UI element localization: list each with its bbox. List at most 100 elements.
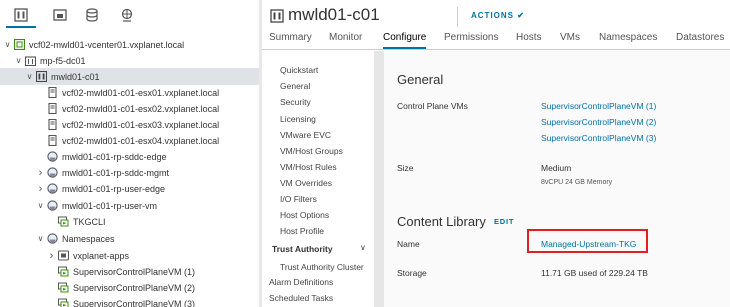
tree-item-label: mwld01-c01-rp-sddc-edge [62, 151, 167, 162]
subnav-item-general[interactable]: General [280, 81, 310, 91]
subnav-item-host-options[interactable]: Host Options [280, 210, 329, 220]
tab-configure[interactable]: Configure [383, 32, 427, 49]
tree-item[interactable]: vcf02-mwld01-c01-esx04.vxplanet.local [0, 132, 259, 149]
tree-item-label: vxplanet-apps [73, 250, 130, 261]
tab-permissions[interactable]: Permissions [444, 32, 498, 43]
subnav-scrollbar[interactable] [374, 51, 384, 307]
chevron-down-icon[interactable]: ∨ [3, 40, 12, 49]
tree-item[interactable]: ∨ Namespaces [0, 230, 259, 247]
resource-pool-icon [47, 183, 58, 194]
chevron-right-icon[interactable]: › [36, 167, 45, 179]
content-library-section-title: Content Library [397, 214, 486, 229]
tree-item[interactable]: SupervisorControlPlaneVM (1) [0, 263, 259, 280]
storage-value: 11.71 GB used of 229.24 TB [541, 268, 648, 278]
tree-item-label: SupervisorControlPlaneVM (3) [73, 298, 196, 307]
subnav-item-vm-host-rules[interactable]: VM/Host Rules [280, 162, 337, 172]
tab-vms[interactable]: VMs [560, 32, 580, 43]
chevron-right-icon[interactable]: › [47, 250, 56, 262]
namespace-icon [58, 250, 69, 261]
tree-item[interactable]: SupervisorControlPlaneVM (2) [0, 279, 259, 296]
tree-item[interactable]: ∨ vcf02-mwld01-vcenter01.vxplanet.local [0, 36, 259, 53]
detail-panel: General Control Plane VMs SupervisorCont… [384, 51, 730, 307]
tree-item-label: mwld01-c01-rp-sddc-mgmt [62, 167, 170, 178]
subnav-item-security[interactable]: Security [280, 97, 311, 107]
tree-item-label: mp-f5-dc01 [40, 55, 86, 66]
host-icon [47, 135, 58, 146]
cluster-icon [270, 9, 284, 25]
subnav-item-vm-overrides[interactable]: VM Overrides [280, 178, 332, 188]
tree-item-label: Namespaces [62, 233, 115, 244]
tree-item[interactable]: ∨ mp-f5-dc01 [0, 52, 259, 69]
tree-item[interactable]: › mwld01-c01-rp-sddc-mgmt [0, 164, 259, 181]
actions-menu-button[interactable]: ACTIONS ✔ [471, 11, 525, 20]
tree-item[interactable]: › vxplanet-apps [0, 247, 259, 264]
main-content: mwld01-c01 ACTIONS ✔ Summary Monitor Con… [262, 0, 730, 307]
subnav-item-io-filters[interactable]: I/O Filters [280, 194, 317, 204]
vms-templates-icon[interactable] [51, 6, 69, 24]
chevron-down-icon[interactable]: ∨ [25, 72, 34, 81]
tree-item[interactable]: SupervisorControlPlaneVM (3) [0, 295, 259, 307]
subnav-item-vmware-evc[interactable]: VMware EVC [280, 130, 331, 140]
subnav-group-trust-authority[interactable]: Trust Authority [272, 244, 333, 254]
tree-item[interactable]: mwld01-c01-rp-sddc-edge [0, 148, 259, 165]
cluster-icon [36, 71, 47, 82]
tab-hosts[interactable]: Hosts [516, 32, 542, 43]
resource-pool-icon [47, 233, 58, 244]
host-icon [47, 103, 58, 114]
subnav-item-vm-host-groups[interactable]: VM/Host Groups [280, 146, 343, 156]
datacenter-icon [25, 55, 36, 66]
tree-item[interactable]: › mwld01-c01-rp-user-edge [0, 180, 259, 197]
control-plane-vm-link[interactable]: SupervisorControlPlaneVM (2) [541, 117, 656, 127]
tree-item[interactable]: vcf02-mwld01-c01-esx01.vxplanet.local [0, 84, 259, 101]
subnav-item-alarm-definitions[interactable]: Alarm Definitions [269, 277, 333, 287]
tree-item[interactable]: ∨ mwld01-c01 [0, 68, 259, 85]
subnav-item-host-profile[interactable]: Host Profile [280, 226, 324, 236]
tab-namespaces[interactable]: Namespaces [599, 32, 657, 43]
control-plane-vm-link[interactable]: SupervisorControlPlaneVM (1) [541, 101, 656, 111]
networking-icon[interactable] [118, 6, 136, 24]
chevron-right-icon[interactable]: › [36, 183, 45, 195]
subnav-item-trust-authority-cluster[interactable]: Trust Authority Cluster [280, 262, 364, 272]
tab-summary[interactable]: Summary [269, 32, 312, 43]
chevron-down-icon[interactable]: ∨ [36, 234, 45, 243]
chevron-down-icon[interactable]: ∨ [36, 201, 45, 210]
content-library-name-link[interactable]: Managed-Upstream-TKG [541, 239, 636, 249]
size-label: Size [397, 163, 414, 173]
tree-item-label: SupervisorControlPlaneVM (1) [73, 266, 196, 277]
tree-item-label: vcf02-mwld01-c01-esx01.vxplanet.local [62, 87, 220, 98]
tab-monitor[interactable]: Monitor [329, 32, 362, 43]
hosts-clusters-icon[interactable] [6, 6, 36, 28]
object-header: mwld01-c01 ACTIONS ✔ [262, 0, 730, 30]
subnav-item-licensing[interactable]: Licensing [280, 114, 316, 124]
tree-item-label: TKGCLI [73, 216, 106, 227]
size-value: Medium [541, 163, 572, 173]
object-tabs: Summary Monitor Configure Permissions Ho… [262, 30, 730, 50]
storage-icon[interactable] [83, 6, 101, 24]
tree-item[interactable]: vcf02-mwld01-c01-esx02.vxplanet.local [0, 100, 259, 117]
tree-item[interactable]: TKGCLI [0, 213, 259, 230]
page-title: mwld01-c01 [288, 5, 380, 24]
subnav-item-scheduled-tasks[interactable]: Scheduled Tasks [269, 293, 333, 303]
control-plane-vm-link[interactable]: SupervisorControlPlaneVM (3) [541, 133, 656, 143]
tree-item[interactable]: ∨ mwld01-c01-rp-user-vm [0, 197, 259, 214]
resource-pool-icon [47, 200, 58, 211]
edit-content-library-button[interactable]: EDIT [494, 217, 514, 226]
vm-icon [58, 216, 69, 227]
navigator-panel: ∨ vcf02-mwld01-vcenter01.vxplanet.local ∨ m… [0, 0, 259, 307]
tree-item[interactable]: vcf02-mwld01-c01-esx03.vxplanet.local [0, 116, 259, 133]
tree-item-label: mwld01-c01-rp-user-vm [62, 200, 158, 211]
storage-label: Storage [397, 268, 427, 278]
tab-datastores[interactable]: Datastores [676, 32, 724, 43]
tree-item-label: mwld01-c01 [51, 71, 100, 82]
host-icon [47, 119, 58, 130]
subnav-item-quickstart[interactable]: Quickstart [280, 65, 318, 75]
chevron-down-icon[interactable]: ∨ [14, 56, 23, 65]
chevron-down-icon[interactable]: ∨ [360, 243, 366, 252]
